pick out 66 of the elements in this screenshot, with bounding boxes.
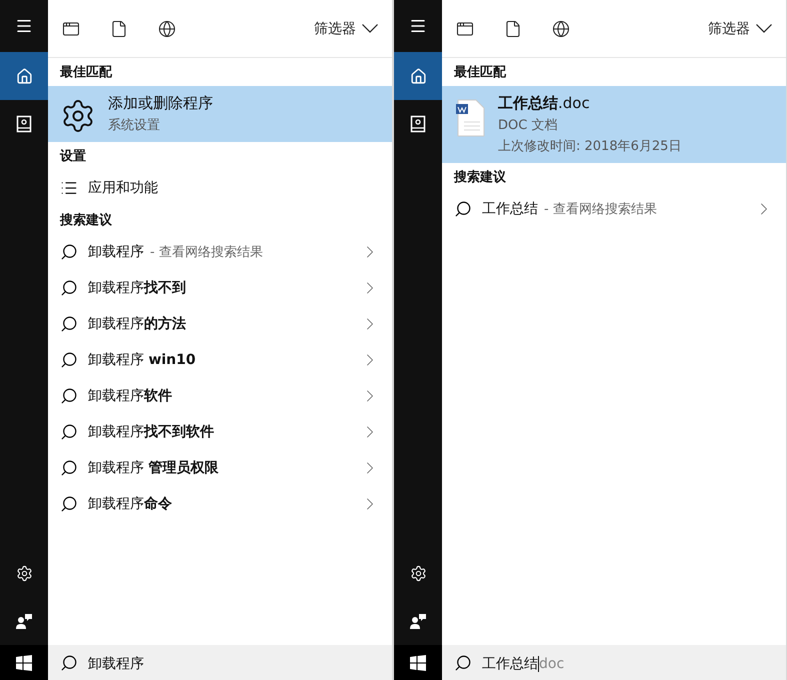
chevron-down-icon [756, 24, 772, 33]
settings-icon[interactable] [16, 564, 32, 582]
search-icon [454, 654, 472, 672]
search-field[interactable]: 工作总结doc [442, 645, 786, 680]
apps-icon[interactable] [456, 20, 474, 38]
section-heading: 最佳匹配 [453, 64, 508, 82]
suggestion-text[interactable]: 卸载程序找不到软件 [88, 423, 214, 441]
search-icon [60, 243, 78, 261]
suggestion-text[interactable]: 卸载程序的方法 [88, 315, 186, 333]
search-icon [60, 279, 78, 297]
result-title: 工作总结.doc [498, 94, 591, 113]
search-icon [60, 654, 78, 672]
autocomplete-text: doc [538, 656, 564, 672]
section-heading: 最佳匹配 [59, 64, 114, 82]
suggestion-text[interactable]: 卸载程序 [88, 243, 144, 261]
notebook-icon [16, 115, 32, 133]
document-icon[interactable] [504, 20, 522, 38]
search-icon [60, 315, 78, 333]
suggestion-text[interactable]: 卸载程序软件 [88, 387, 172, 405]
windows-logo-icon[interactable] [410, 654, 426, 670]
sidebar-tab[interactable] [394, 52, 442, 100]
search-icon [60, 495, 78, 513]
menu-icon[interactable] [409, 17, 427, 35]
section-heading: 搜索建议 [452, 168, 507, 187]
suggestion-text[interactable]: 卸载程序找不到 [88, 279, 186, 297]
chevron-down-icon [362, 24, 378, 33]
feedback-icon[interactable] [15, 612, 33, 630]
result-detail: 上次修改时间: 2018年6月25日 [498, 138, 682, 155]
suggestion-text[interactable]: 卸载程序 管理员权限 [88, 459, 218, 477]
search-icon [60, 459, 78, 477]
filter-dropdown[interactable]: 筛选器 [708, 20, 772, 38]
menu-icon[interactable] [15, 17, 33, 35]
list-icon [60, 179, 78, 197]
search-icon [60, 351, 78, 369]
notebook-icon [410, 115, 426, 133]
search-value: 工作总结 [482, 656, 538, 672]
home-icon [410, 68, 426, 84]
result-title: 添加或删除程序 [108, 94, 213, 113]
section-heading: 搜索建议 [58, 212, 113, 230]
settings-item[interactable]: 应用和功能 [88, 179, 158, 197]
web-results-hint: - 查看网络搜索结果 [150, 244, 263, 261]
search-icon [60, 423, 78, 441]
feedback-icon[interactable] [409, 612, 427, 630]
suggestion-text[interactable]: 卸载程序命令 [88, 495, 172, 513]
home-icon [16, 68, 32, 84]
search-value: 卸载程序 [88, 656, 144, 672]
suggestion-text[interactable]: 卸载程序 win10 [88, 351, 196, 369]
best-match-result[interactable]: 添加或删除程序 系统设置 [48, 86, 392, 142]
sidebar-tab[interactable] [0, 52, 48, 100]
web-results-hint: - 查看网络搜索结果 [544, 201, 657, 218]
globe-icon[interactable] [158, 20, 176, 38]
search-field[interactable]: 卸载程序 [48, 645, 392, 680]
windows-logo-icon[interactable] [16, 654, 32, 670]
search-icon [454, 200, 472, 218]
best-match-result[interactable]: 工作总结.doc DOC 文档 上次修改时间: 2018年6月25日 [442, 86, 786, 163]
suggestion-text[interactable]: 工作总结 [482, 200, 538, 218]
settings-icon[interactable] [410, 564, 426, 582]
globe-icon[interactable] [552, 20, 570, 38]
document-icon[interactable] [110, 20, 128, 38]
apps-icon[interactable] [62, 20, 80, 38]
search-icon [60, 387, 78, 405]
result-detail: DOC 文档 [498, 117, 558, 134]
section-heading: 设置 [58, 148, 87, 166]
document-icon [454, 98, 486, 138]
result-detail: 系统设置 [108, 117, 161, 134]
filter-dropdown[interactable]: 筛选器 [314, 20, 378, 38]
